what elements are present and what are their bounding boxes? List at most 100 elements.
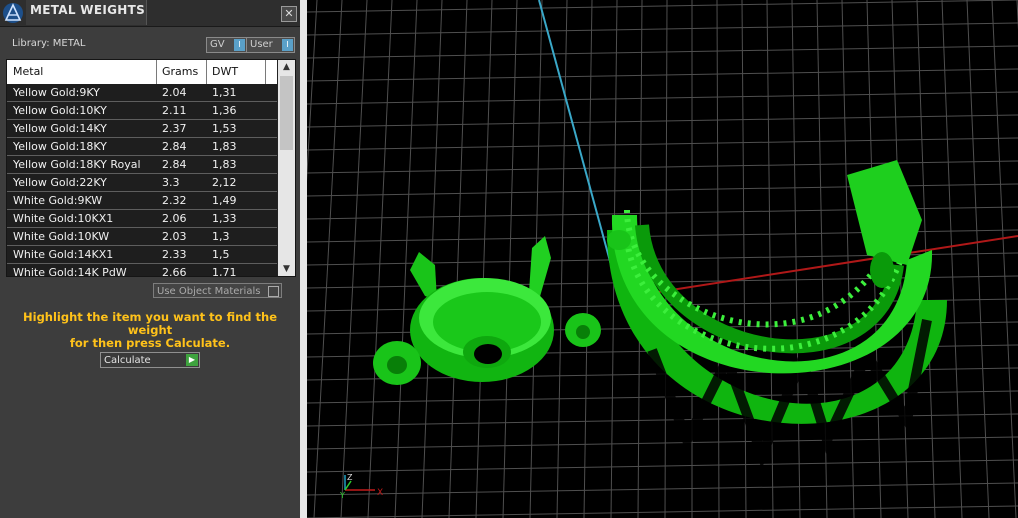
axis-y-label: Y: [339, 491, 345, 500]
library-label: Library: METAL: [12, 38, 86, 49]
panel-splitter[interactable]: [300, 0, 307, 518]
scroll-up-icon[interactable]: ▲: [278, 60, 295, 74]
metal-cell: Yellow Gold:9KY: [13, 86, 100, 99]
dwt-cell: 1,71: [212, 266, 237, 277]
grams-cell: 2.03: [162, 230, 187, 243]
dwt-cell: 1,53: [212, 122, 237, 135]
grid-line: [307, 482, 1018, 496]
scroll-thumb[interactable]: [280, 76, 293, 150]
grams-cell: 2.06: [162, 212, 187, 225]
gv-toggle-knob-icon: I: [234, 39, 245, 51]
app-logo-icon: [3, 3, 23, 23]
table-row[interactable]: Yellow Gold:18KY Royal 2.84 1,83: [7, 156, 277, 174]
grams-cell: 2.11: [162, 104, 187, 117]
dwt-cell: 1,3: [212, 230, 230, 243]
metal-cell: White Gold:14KX1: [13, 248, 114, 261]
panel-title: METAL WEIGHTS: [30, 3, 146, 17]
grid-line: [307, 0, 318, 182]
table-row[interactable]: Yellow Gold:18KY 2.84 1,83: [7, 138, 277, 156]
grams-cell: 2.84: [162, 158, 187, 171]
grams-cell: 3.3: [162, 176, 180, 189]
grid-line: [313, 0, 343, 518]
dwt-cell: 1,36: [212, 104, 237, 117]
grid-line: [448, 0, 468, 518]
grid-line: [307, 436, 1018, 450]
dwt-cell: 1,83: [212, 140, 237, 153]
prong-setting-model[interactable]: [373, 236, 601, 385]
grid-line: [307, 0, 1018, 13]
table-row[interactable]: Yellow Gold:9KY 2.04 1,31: [7, 84, 277, 102]
grid-line: [340, 0, 368, 518]
grams-cell: 2.32: [162, 194, 187, 207]
x-axis-line: [619, 235, 1018, 299]
metal-cell: White Gold:10KW: [13, 230, 110, 243]
metal-weights-panel: METAL WEIGHTS ✕ Library: METAL GV I User…: [0, 0, 300, 518]
grams-cell: 2.66: [162, 266, 187, 277]
scroll-down-icon[interactable]: ▼: [278, 262, 295, 276]
grid-line: [307, 137, 1018, 151]
grams-cell: 2.33: [162, 248, 187, 261]
viewport-canvas: X Y Z: [307, 0, 1018, 518]
column-header-grams[interactable]: Grams: [162, 65, 198, 78]
metal-table: Metal Grams DWT Yellow Gold:9KY 2.04 1,31 …: [6, 59, 296, 277]
grid-line: [966, 0, 990, 518]
use-object-materials-checkbox[interactable]: Use Object Materials: [153, 283, 282, 298]
grid-line: [307, 505, 1018, 518]
user-toggle-knob-icon: I: [282, 39, 293, 51]
table-scrollbar[interactable]: ▲ ▼: [278, 60, 295, 276]
gv-toggle-label: GV: [210, 39, 225, 50]
grid-line: [307, 160, 1018, 174]
ring-model[interactable]: [607, 160, 947, 469]
instruction-text: Highlight the item you want to find the …: [12, 311, 288, 350]
grid-line: [991, 0, 1017, 518]
axis-gizmo: X Y Z: [339, 473, 383, 500]
table-row[interactable]: Yellow Gold:14KY 2.37 1,53: [7, 120, 277, 138]
grid-line: [716, 0, 720, 518]
table-row[interactable]: Yellow Gold:22KY 3.3 2,12: [7, 174, 277, 192]
user-toggle[interactable]: User I: [246, 37, 295, 53]
metal-cell: Yellow Gold:14KY: [13, 122, 107, 135]
dwt-cell: 1,49: [212, 194, 237, 207]
close-button[interactable]: ✕: [281, 6, 297, 22]
dwt-cell: 1,83: [212, 158, 237, 171]
dwt-cell: 1,33: [212, 212, 237, 225]
table-row[interactable]: Yellow Gold:10KY 2.11 1,36: [7, 102, 277, 120]
metal-cell: White Gold:14K PdW: [13, 266, 127, 277]
table-header: Metal Grams DWT: [7, 60, 277, 84]
metal-cell: Yellow Gold:10KY: [13, 104, 107, 117]
table-row[interactable]: White Gold:10KW 2.03 1,3: [7, 228, 277, 246]
table-row[interactable]: White Gold:10KX1 2.06 1,33: [7, 210, 277, 228]
column-header-metal[interactable]: Metal: [13, 65, 43, 78]
panel-titlebar: METAL WEIGHTS ✕: [0, 0, 300, 27]
metal-cell: Yellow Gold:18KY Royal: [13, 158, 141, 171]
grams-cell: 2.04: [162, 86, 187, 99]
grid-line: [307, 45, 1018, 59]
instruction-line-1: Highlight the item you want to find the …: [23, 310, 277, 337]
dwt-cell: 1,31: [212, 86, 237, 99]
table-row[interactable]: White Gold:14KX1 2.33 1,5: [7, 246, 277, 264]
grid-line: [307, 22, 1018, 36]
table-row[interactable]: White Gold:9KW 2.32 1,49: [7, 192, 277, 210]
grid-line: [307, 183, 1018, 197]
calculate-button-label: Calculate: [104, 355, 151, 366]
grid-line: [307, 114, 1018, 128]
column-header-dwt[interactable]: DWT: [212, 65, 238, 78]
grid-line: [307, 91, 1018, 105]
grams-cell: 2.84: [162, 140, 187, 153]
metal-cell: Yellow Gold:22KY: [13, 176, 107, 189]
grid-line: [367, 0, 393, 518]
axis-x-label: X: [377, 488, 383, 498]
gv-toggle[interactable]: GV I: [206, 37, 247, 53]
axis-z-label: Z: [347, 473, 353, 482]
table-body: Yellow Gold:9KY 2.04 1,31 Yellow Gold:10KY…: [7, 84, 277, 277]
metal-cell: White Gold:10KX1: [13, 212, 114, 225]
calculate-button[interactable]: Calculate ▶: [100, 352, 200, 368]
instruction-line-2: for then press Calculate.: [69, 336, 231, 350]
3d-viewport[interactable]: X Y Z: [307, 0, 1018, 518]
grid-line: [583, 0, 593, 518]
y-axis-line: [538, 0, 621, 299]
table-row[interactable]: White Gold:14K PdW 2.66 1,71: [7, 264, 277, 277]
metal-cell: White Gold:9KW: [13, 194, 103, 207]
grid-line: [741, 0, 747, 518]
user-toggle-label: User: [250, 39, 273, 50]
